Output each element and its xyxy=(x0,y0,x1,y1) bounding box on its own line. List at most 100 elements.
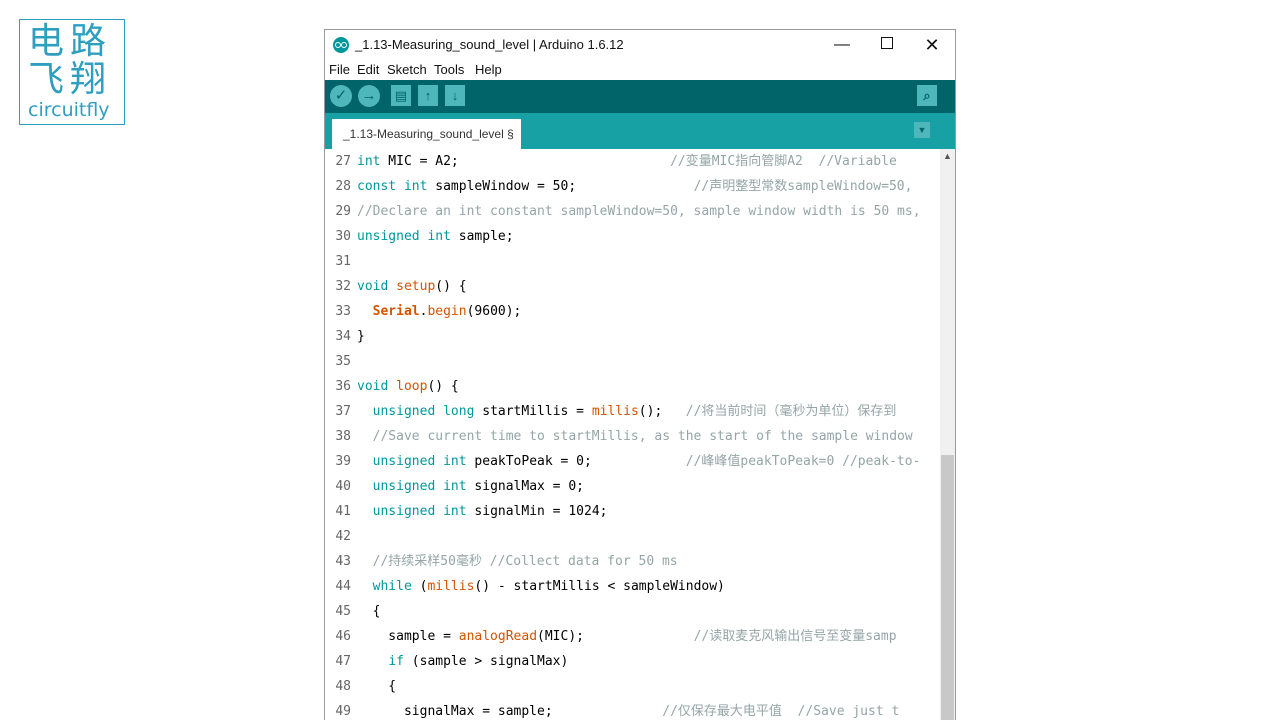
code-line[interactable]: 37 unsigned long startMillis = millis();… xyxy=(325,399,939,424)
code-token: millis xyxy=(427,579,475,594)
line-number: 31 xyxy=(335,254,351,269)
code-token: { xyxy=(357,604,381,619)
tab-sketch[interactable]: _1.13-Measuring_sound_level § xyxy=(332,119,521,149)
line-number: 43 xyxy=(335,554,351,569)
line-number: 39 xyxy=(335,454,351,469)
code-token: signalMax = 0; xyxy=(466,479,584,494)
menu-help[interactable]: Help xyxy=(475,62,502,77)
upload-icon[interactable]: → xyxy=(358,85,380,107)
code-text: while (millis() - startMillis < sampleWi… xyxy=(357,574,725,599)
maximize-icon xyxy=(881,37,893,50)
code-token: sample = xyxy=(357,629,459,644)
code-token: () { xyxy=(435,279,467,294)
code-line[interactable]: 45 { xyxy=(325,599,939,624)
scroll-up-arrow-icon[interactable]: ▲ xyxy=(940,149,955,164)
maximize-button[interactable] xyxy=(864,30,910,60)
code-token: begin xyxy=(427,304,467,319)
code-line[interactable]: 28 const int sampleWindow = 50; //声明整型常数s… xyxy=(325,174,939,199)
code-line[interactable]: 35 xyxy=(325,349,939,374)
code-text: //持续采样50毫秒 //Collect data for 50 ms xyxy=(357,549,678,574)
code-line[interactable]: 46 sample = analogRead(MIC); //读取麦克风输出信号… xyxy=(325,624,939,649)
menu-file[interactable]: File xyxy=(329,62,350,77)
menu-edit[interactable]: Edit xyxy=(357,62,379,77)
code-line[interactable]: 43 //持续采样50毫秒 //Collect data for 50 ms xyxy=(325,549,939,574)
code-line[interactable]: 47 if (sample > signalMax) xyxy=(325,649,939,674)
code-editor[interactable]: 27 int MIC = A2; //变量MIC指向管脚A2 //Variable… xyxy=(325,149,955,720)
circuitfly-logo: 电路 飞翔 circuitfly xyxy=(19,19,125,125)
vertical-scrollbar[interactable]: ▲ xyxy=(940,149,955,720)
open-sketch-icon[interactable]: ↑ xyxy=(418,85,438,106)
code-token: int xyxy=(357,154,381,169)
code-line[interactable]: 29 //Declare an int constant sampleWindow… xyxy=(325,199,939,224)
line-number: 49 xyxy=(335,704,351,719)
code-line[interactable]: 39 unsigned int peakToPeak = 0; //峰峰值pea… xyxy=(325,449,939,474)
code-token: MIC = A2; xyxy=(380,154,671,169)
code-token: unsigned xyxy=(372,454,436,469)
code-token: //将当前时间（毫秒为单位）保存到 xyxy=(685,404,897,419)
code-token: int xyxy=(427,229,451,244)
code-line[interactable]: 32 void setup() { xyxy=(325,274,939,299)
code-text: unsigned int signalMax = 0; xyxy=(357,474,584,499)
code-line[interactable]: 30 unsigned int sample; xyxy=(325,224,939,249)
code-token: //峰峰值peakToPeak=0 //peak-to- xyxy=(685,454,921,469)
code-token: startMillis = xyxy=(474,404,592,419)
code-token: } xyxy=(357,329,365,344)
tab-menu-chevron-down-icon[interactable]: ▼ xyxy=(914,122,930,138)
menu-tools[interactable]: Tools xyxy=(434,62,464,77)
code-line[interactable]: 33 Serial.begin(9600); xyxy=(325,299,939,324)
code-line[interactable]: 34} xyxy=(325,324,939,349)
code-text: unsigned int signalMin = 1024; xyxy=(357,499,608,524)
line-number: 46 xyxy=(335,629,351,644)
code-line[interactable]: 41 unsigned int signalMin = 1024; xyxy=(325,499,939,524)
code-token: void xyxy=(357,379,389,394)
code-token: peakToPeak = 0; xyxy=(466,454,686,469)
save-sketch-icon[interactable]: ↓ xyxy=(445,85,465,106)
code-text: Serial.begin(9600); xyxy=(357,299,522,324)
code-token: unsigned xyxy=(372,404,436,419)
title-bar[interactable]: _1.13-Measuring_sound_level | Arduino 1.… xyxy=(325,30,955,60)
code-token: (9600); xyxy=(466,304,522,319)
code-text: //Save current time to startMillis, as t… xyxy=(357,424,913,449)
menu-sketch[interactable]: Sketch xyxy=(387,62,427,77)
code-token: int xyxy=(403,179,428,194)
line-number: 37 xyxy=(335,404,351,419)
line-number: 32 xyxy=(335,279,351,294)
code-line[interactable]: 36 void loop() { xyxy=(325,374,939,399)
code-text: unsigned int peakToPeak = 0; //峰峰值peakTo… xyxy=(357,449,921,474)
arduino-ide-window: _1.13-Measuring_sound_level | Arduino 1.… xyxy=(324,29,956,720)
close-button[interactable]: ✕ xyxy=(909,30,955,60)
line-number: 29 xyxy=(335,204,351,219)
serial-monitor-icon[interactable]: ⌕ xyxy=(917,85,937,106)
code-token: loop xyxy=(396,379,428,394)
code-text: void loop() { xyxy=(357,374,459,399)
code-line[interactable]: 42 xyxy=(325,524,939,549)
code-text: } xyxy=(357,324,365,349)
code-line[interactable]: 44 while (millis() - startMillis < sampl… xyxy=(325,574,939,599)
code-line[interactable]: 27 int MIC = A2; //变量MIC指向管脚A2 //Variable xyxy=(325,149,939,174)
verify-icon[interactable]: ✓ xyxy=(330,85,352,107)
new-sketch-icon[interactable]: ▤ xyxy=(391,85,411,106)
line-number: 38 xyxy=(335,429,351,444)
code-line[interactable]: 40 unsigned int signalMax = 0; xyxy=(325,474,939,499)
code-token: Serial xyxy=(372,304,420,319)
code-line[interactable]: 48 { xyxy=(325,674,939,699)
code-line[interactable]: 38 //Save current time to startMillis, a… xyxy=(325,424,939,449)
code-token: //读取麦克风输出信号至变量samp xyxy=(693,629,897,644)
code-token: int xyxy=(443,454,467,469)
scroll-thumb[interactable] xyxy=(941,455,954,720)
code-line[interactable]: 49 signalMax = sample; //仅保存最大电平值 //Save… xyxy=(325,699,939,720)
line-number: 36 xyxy=(335,379,351,394)
code-token: //Save current time to startMillis, as t… xyxy=(357,429,913,444)
code-line[interactable]: 31 xyxy=(325,249,939,274)
minimize-button[interactable]: — xyxy=(819,30,865,60)
code-text: signalMax = sample; //仅保存最大电平值 //Save ju… xyxy=(357,699,899,720)
